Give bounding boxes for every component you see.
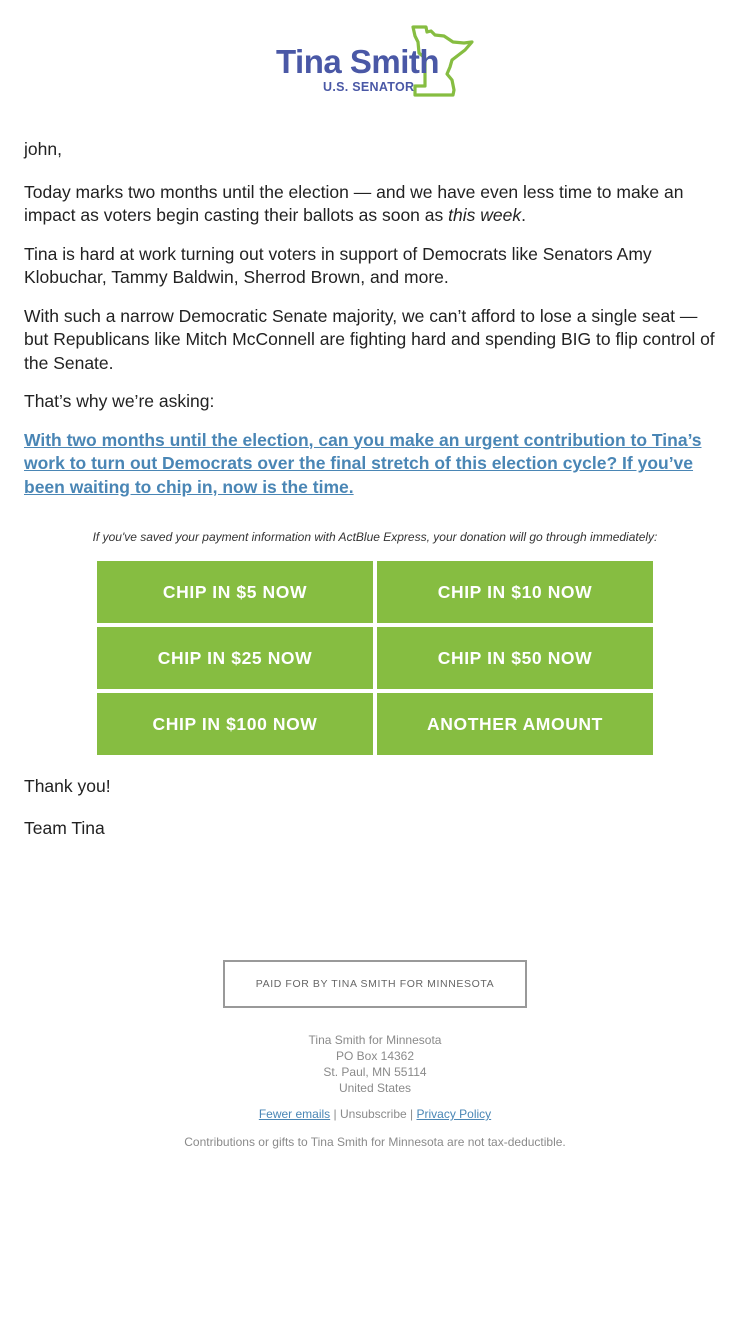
mailing-address: Tina Smith for Minnesota PO Box 14362 St… [0,1032,750,1096]
fewer-emails-link[interactable]: Fewer emails [259,1107,330,1121]
actblue-express-note: If you've saved your payment information… [92,530,658,544]
address-line: PO Box 14362 [335,1049,415,1063]
email-body: john, Today marks two months until the e… [24,138,726,514]
paragraph-asking: That’s why we’re asking: [24,391,215,411]
paragraph-intro-end: . [521,205,526,225]
link-separator: | [406,1107,417,1121]
tax-disclaimer: Contributions or gifts to Tina Smith for… [184,1135,566,1149]
paragraph-senators: Tina is hard at work turning out voters … [24,243,652,288]
closing: Thank you! Team Tina [24,775,111,859]
logo[interactable]: Tina Smith U.S. SENATOR [272,22,482,100]
paragraph-majority: With such a narrow Democratic Senate maj… [24,305,715,373]
logo-subtitle: U.S. SENATOR [323,80,415,94]
chip-in-5-button[interactable]: CHIP IN $5 NOW [97,561,373,623]
another-amount-button[interactable]: ANOTHER AMOUNT [377,693,653,755]
address-line: St. Paul, MN 55114 [323,1065,427,1079]
logo-name: Tina Smith [276,43,440,80]
chip-in-10-button[interactable]: CHIP IN $10 NOW [377,561,653,623]
paid-for-disclaimer-box: PAID FOR BY TINA SMITH FOR MINNESOTA [223,960,527,1008]
footer-links: Fewer emails | Unsubscribe | Privacy Pol… [0,1107,750,1121]
paragraph-intro-text: Today marks two months until the electio… [24,181,684,226]
signature: Team Tina [24,818,105,838]
address-line: Tina Smith for Minnesota [308,1033,442,1047]
emphasis-this-week: this week [448,205,522,225]
chip-in-100-button[interactable]: CHIP IN $100 NOW [97,693,373,755]
unsubscribe-link[interactable]: Unsubscribe [340,1107,407,1121]
cta-paragraph: With two months until the election, can … [24,429,726,500]
chip-in-50-button[interactable]: CHIP IN $50 NOW [377,627,653,689]
thank-you-text: Thank you! [24,776,111,796]
privacy-policy-link[interactable]: Privacy Policy [416,1107,491,1121]
paragraph-intro: Today marks two months until the electio… [24,181,726,228]
link-separator: | [330,1107,340,1121]
donation-button-grid: CHIP IN $5 NOW CHIP IN $10 NOW CHIP IN $… [97,561,653,755]
chip-in-25-button[interactable]: CHIP IN $25 NOW [97,627,373,689]
greeting: john, [24,139,62,159]
cta-donate-link[interactable]: With two months until the election, can … [24,430,702,497]
address-line: United States [338,1081,412,1095]
